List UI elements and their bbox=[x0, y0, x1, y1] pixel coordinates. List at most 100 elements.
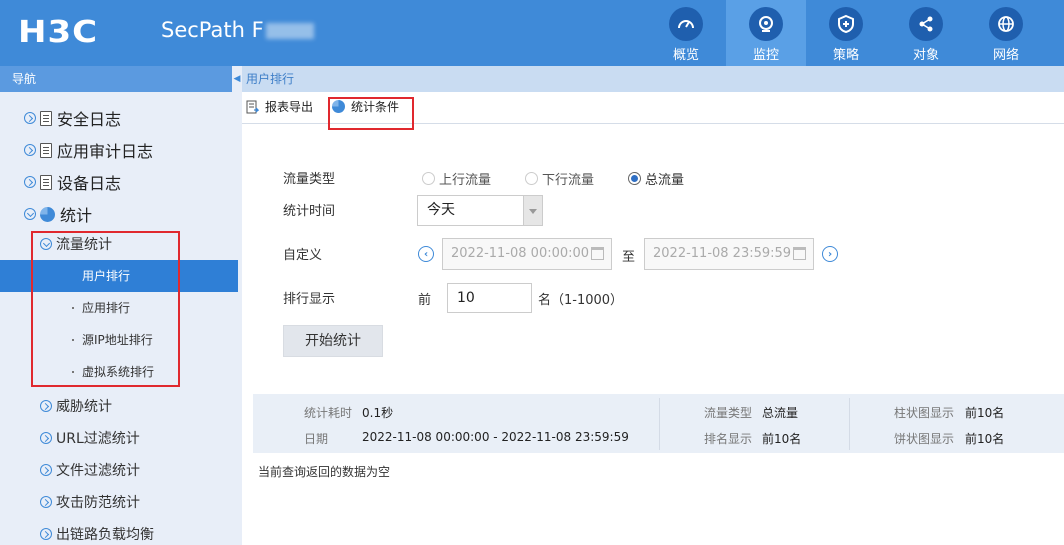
sidebar-item-label: 威胁统计 bbox=[56, 399, 112, 415]
to-label: 至 bbox=[622, 250, 636, 265]
chevron-right-icon bbox=[40, 464, 52, 476]
select-value: 今天 bbox=[427, 202, 455, 218]
sidebar-item-threat-stats[interactable]: 威胁统计 bbox=[40, 396, 112, 416]
summary-value: 前10名 bbox=[965, 432, 1005, 446]
rank-label: 排行显示 bbox=[283, 292, 336, 307]
empty-result-message: 当前查询返回的数据为空 bbox=[258, 465, 391, 479]
topnav-label: 监控 bbox=[752, 48, 779, 63]
summary-label: 统计耗时 bbox=[304, 406, 353, 420]
summary-label: 日期 bbox=[304, 432, 329, 446]
product-name: SecPath F bbox=[161, 18, 314, 42]
calendar-icon[interactable] bbox=[591, 247, 604, 260]
shield-plus-icon bbox=[829, 7, 863, 41]
custom-label: 自定义 bbox=[283, 248, 323, 263]
dashboard-icon bbox=[669, 7, 703, 41]
flow-type-label: 流量类型 bbox=[283, 172, 336, 187]
topnav-policy[interactable]: 策略 bbox=[806, 0, 886, 66]
sidebar-item-label: 安全日志 bbox=[57, 110, 122, 129]
export-report-button[interactable]: 报表导出 bbox=[246, 98, 313, 115]
log-icon bbox=[40, 110, 52, 126]
radio-label: 总流量 bbox=[645, 173, 685, 188]
sidebar-item-label: 设备日志 bbox=[57, 174, 122, 193]
topnav-object[interactable]: 对象 bbox=[886, 0, 966, 66]
log-icon bbox=[40, 142, 52, 158]
sidebar-item-device-log[interactable]: 设备日志 bbox=[24, 170, 121, 194]
summary-label: 流量类型 bbox=[704, 406, 753, 420]
start-statistics-button[interactable]: 开始统计 bbox=[283, 325, 383, 357]
sidebar-item-label: 攻击防范统计 bbox=[56, 495, 140, 511]
radio-downstream[interactable]: 下行流量 bbox=[525, 169, 594, 188]
sidebar: 导航 ◀ 安全日志 应用审计日志 设备日志 统计 流量统计 用户排行 应用排行 … bbox=[0, 66, 242, 545]
rank-suffix: 名（1-1000） bbox=[538, 293, 624, 308]
topnav-label: 对象 bbox=[912, 48, 939, 63]
summary-value: 前10名 bbox=[965, 406, 1005, 420]
sidebar-item-label: 应用审计日志 bbox=[57, 142, 154, 161]
h3c-logo: H3C bbox=[18, 14, 99, 50]
sidebar-item-label: 文件过滤统计 bbox=[56, 463, 140, 479]
summary-value: 总流量 bbox=[762, 406, 799, 420]
chevron-right-icon bbox=[40, 400, 52, 412]
top-header: H3C SecPath F 概览 监控 策略 对象 网络 bbox=[0, 0, 1064, 66]
rank-prefix: 前 bbox=[418, 293, 432, 308]
monitor-eye-icon bbox=[749, 7, 783, 41]
topnav-network[interactable]: 网络 bbox=[966, 0, 1046, 66]
sidebar-title-text: 导航 bbox=[12, 72, 37, 86]
chevron-right-icon bbox=[40, 528, 52, 540]
radio-label: 下行流量 bbox=[542, 173, 595, 188]
chevron-down-icon bbox=[24, 208, 36, 220]
summary-value: 前10名 bbox=[762, 432, 802, 446]
log-icon bbox=[40, 174, 52, 190]
chevron-right-icon bbox=[24, 144, 36, 156]
end-date-input[interactable]: 2022-11-08 23:59:59 bbox=[644, 238, 814, 270]
topnav-label: 概览 bbox=[672, 48, 699, 63]
sidebar-item-attack-defense-stats[interactable]: 攻击防范统计 bbox=[40, 492, 140, 512]
sidebar-item-security-log[interactable]: 安全日志 bbox=[24, 106, 121, 130]
topnav-overview[interactable]: 概览 bbox=[646, 0, 726, 66]
calendar-icon[interactable] bbox=[793, 247, 806, 260]
chevron-right-icon bbox=[40, 496, 52, 508]
radio-label: 上行流量 bbox=[439, 173, 492, 188]
summary-value: 0.1秒 bbox=[362, 406, 394, 420]
arrow-right-icon[interactable]: › bbox=[822, 246, 838, 262]
summary-label: 柱状图显示 bbox=[894, 406, 955, 420]
time-label: 统计时间 bbox=[283, 204, 336, 219]
time-select[interactable]: 今天 bbox=[417, 195, 543, 226]
highlight-box bbox=[328, 97, 414, 130]
summary-panel: 统计耗时 0.1秒 日期 2022-11-08 00:00:00 - 2022-… bbox=[253, 394, 1064, 453]
export-label: 报表导出 bbox=[265, 100, 314, 114]
sidebar-item-label: 出链路负载均衡 bbox=[56, 527, 154, 543]
highlight-box bbox=[31, 231, 180, 387]
topnav-label: 网络 bbox=[992, 48, 1019, 63]
export-icon bbox=[246, 100, 259, 113]
start-date-input[interactable]: 2022-11-08 00:00:00 bbox=[442, 238, 612, 270]
sidebar-item-file-filter-stats[interactable]: 文件过滤统计 bbox=[40, 460, 140, 480]
radio-upstream[interactable]: 上行流量 bbox=[422, 169, 491, 188]
pie-chart-icon bbox=[40, 206, 55, 222]
summary-label: 饼状图显示 bbox=[894, 432, 955, 446]
arrow-left-icon[interactable]: ‹ bbox=[418, 246, 434, 262]
chevron-right-icon bbox=[24, 112, 36, 124]
chevron-right-icon bbox=[24, 176, 36, 188]
globe-icon bbox=[989, 7, 1023, 41]
sidebar-item-label: URL过滤统计 bbox=[56, 431, 140, 447]
chevron-down-icon bbox=[523, 196, 542, 225]
end-date-value: 2022-11-08 23:59:59 bbox=[653, 246, 792, 261]
start-date-value: 2022-11-08 00:00:00 bbox=[451, 246, 590, 261]
sidebar-item-app-audit-log[interactable]: 应用审计日志 bbox=[24, 138, 153, 162]
sidebar-item-url-filter-stats[interactable]: URL过滤统计 bbox=[40, 428, 140, 448]
sidebar-title: 导航 ◀ bbox=[0, 66, 242, 92]
page-title: 用户排行 bbox=[242, 66, 1064, 92]
topnav-monitor[interactable]: 监控 bbox=[726, 0, 806, 66]
chevron-right-icon bbox=[40, 432, 52, 444]
sidebar-item-outbound-lb[interactable]: 出链路负载均衡 bbox=[40, 524, 154, 544]
collapse-sidebar-icon[interactable]: ◀ bbox=[232, 66, 242, 92]
sidebar-item-statistics[interactable]: 统计 bbox=[24, 202, 92, 226]
radio-total[interactable]: 总流量 bbox=[628, 169, 684, 188]
sidebar-item-label: 统计 bbox=[60, 206, 93, 225]
top-nav: 概览 监控 策略 对象 网络 bbox=[646, 0, 1046, 66]
main-panel: 用户排行 报表导出 统计条件 流量类型 上行流量 下行流量 总流量 统计时间 今… bbox=[242, 66, 1064, 545]
rank-input[interactable]: 10 bbox=[447, 283, 532, 313]
share-nodes-icon bbox=[909, 7, 943, 41]
topnav-label: 策略 bbox=[832, 48, 859, 63]
summary-label: 排名显示 bbox=[704, 432, 753, 446]
